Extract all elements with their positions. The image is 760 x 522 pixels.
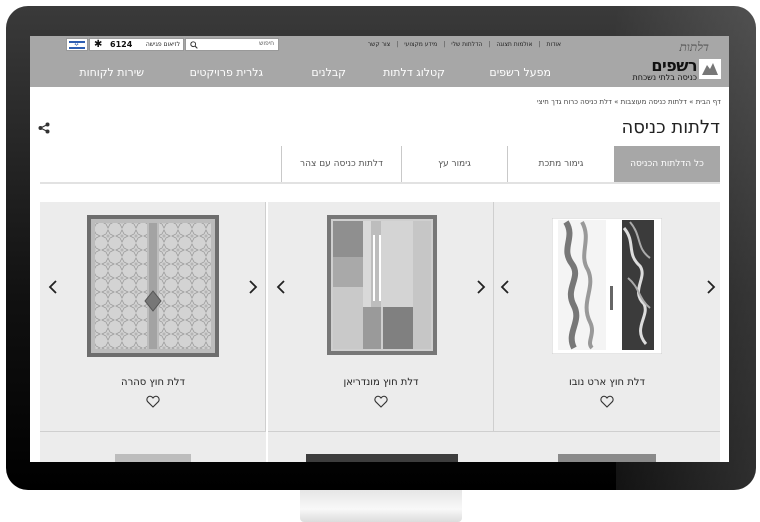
nav-catalog[interactable]: קטלוג דלתות	[383, 66, 445, 79]
product-title[interactable]: דלת חוץ מונדריאן	[268, 377, 494, 388]
door-image-partial	[558, 454, 656, 462]
tab-all-doors[interactable]: כל הדלתות הכניסה	[614, 146, 720, 182]
site-header: דלתות רשפים כניסה בלתי נשכחת אודות | אול…	[30, 36, 729, 87]
top-link-about[interactable]: אודות	[541, 41, 568, 48]
category-tabs: כל הדלתות הכניסה גימור מתכת גימור עץ דלת…	[40, 146, 720, 184]
main-nav: מפעל רשפים קטלוג דלתות קבלנים גלרית פרוי…	[30, 66, 729, 86]
tab-metal-finish[interactable]: גימור מתכת	[507, 146, 614, 182]
product-card-partial[interactable]	[40, 431, 266, 462]
breadcrumb[interactable]: דף הבית » דלתות כניסה מעוצבות » דלת כניס…	[537, 98, 721, 106]
search-input[interactable]: חיפוש	[185, 38, 279, 51]
door-image-art-nouveau[interactable]	[552, 218, 662, 354]
monitor-stand	[300, 490, 462, 522]
grid-divider	[493, 202, 494, 462]
top-link-showrooms[interactable]: אולמות תצוגה	[490, 41, 538, 48]
heart-icon[interactable]	[374, 395, 388, 408]
heart-icon[interactable]	[146, 395, 160, 408]
flag-stripe	[69, 47, 85, 49]
chevron-left-icon[interactable]	[276, 280, 286, 294]
phone-label: לזיאום פגישה	[145, 41, 180, 48]
nav-customer-service[interactable]: שירות לקוחות	[79, 66, 144, 79]
door-image-sahara[interactable]	[87, 215, 219, 357]
product-card[interactable]: דלת חוץ ארט נובו	[494, 202, 720, 431]
top-links: אודות | אולמות תצוגה | הדלתות שלי | מידע…	[362, 41, 567, 48]
separator: |	[443, 41, 446, 48]
separator: |	[488, 41, 491, 48]
product-card[interactable]: דלת חוץ סהרה	[40, 202, 266, 431]
door-image-partial	[306, 454, 458, 462]
product-title[interactable]: דלת חוץ ארט נובו	[494, 377, 720, 388]
tab-wood-finish[interactable]: גימור עץ	[401, 146, 507, 182]
product-card-partial[interactable]	[494, 431, 720, 462]
separator: |	[396, 41, 399, 48]
chevron-right-icon[interactable]	[706, 280, 716, 294]
door-image-partial	[115, 454, 191, 462]
logo-script: דלתות	[679, 40, 709, 54]
top-link-contact[interactable]: צור קשר	[362, 41, 396, 48]
phone-number: 6124	[110, 40, 133, 49]
page-title: דלתות כניסה	[621, 117, 720, 138]
heart-icon[interactable]	[600, 395, 614, 408]
phone-box[interactable]: לזיאום פגישה 6124 ✱	[89, 38, 184, 51]
nav-factory[interactable]: מפעל רשפים	[489, 66, 551, 79]
share-icon[interactable]	[38, 122, 50, 134]
product-card[interactable]: דלת חוץ מונדריאן	[268, 202, 494, 431]
nav-contractors[interactable]: קבלנים	[311, 66, 346, 79]
product-card-partial[interactable]	[268, 431, 494, 462]
search-icon[interactable]	[190, 41, 198, 49]
nav-projects[interactable]: גלרית פרויקטים	[190, 66, 263, 79]
top-link-my-doors[interactable]: הדלתות שלי	[445, 41, 488, 48]
grid-divider	[265, 202, 266, 462]
website-screen: דלתות רשפים כניסה בלתי נשכחת אודות | אול…	[30, 36, 729, 462]
top-link-professional[interactable]: מידע מקצועי	[398, 41, 443, 48]
product-title[interactable]: דלת חוץ סהרה	[40, 377, 266, 388]
door-image-mondrian[interactable]	[327, 215, 437, 355]
star-icon: ✱	[94, 39, 103, 50]
israel-flag-icon[interactable]: ✡	[66, 38, 88, 51]
chevron-left-icon[interactable]	[48, 280, 58, 294]
tab-doors-with-window[interactable]: דלתות כניסה עם צהר	[281, 146, 401, 182]
chevron-right-icon[interactable]	[248, 280, 258, 294]
search-placeholder: חיפוש	[259, 40, 274, 47]
chevron-right-icon[interactable]	[476, 280, 486, 294]
chevron-left-icon[interactable]	[500, 280, 510, 294]
separator: |	[538, 41, 541, 48]
